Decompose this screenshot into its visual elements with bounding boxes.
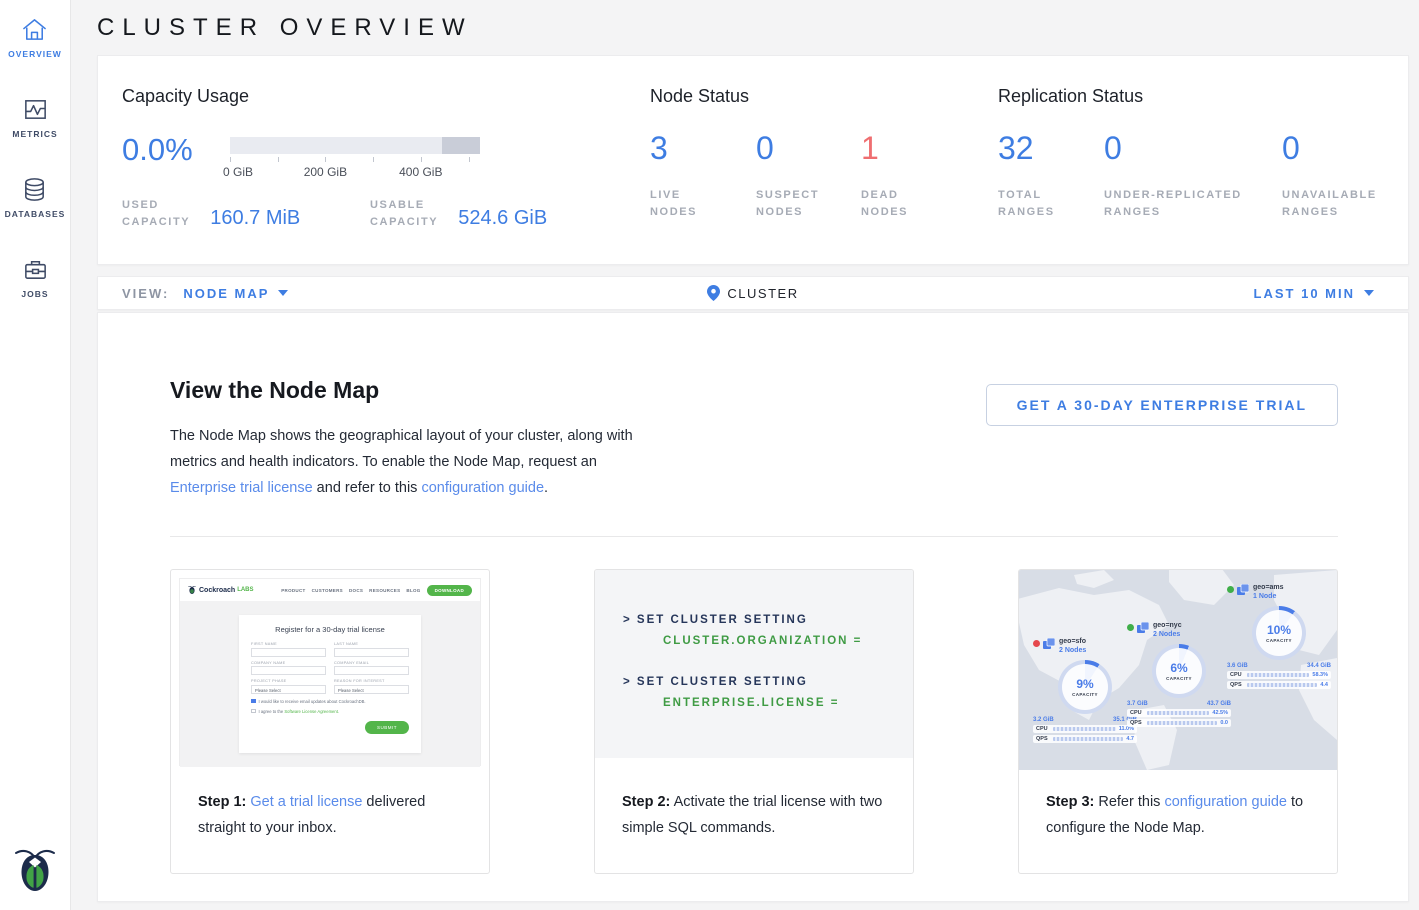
page-header: CLUSTER OVERVIEW: [97, 0, 1409, 55]
time-range-value: LAST 10 MIN: [1254, 286, 1355, 301]
step3-card: geo=sfo 2 Nodes 9% CAPACITY 3.2 GiB35.1 …: [1018, 569, 1338, 874]
cockroach-labs-logo: Cockroach LABS: [188, 585, 254, 595]
breadcrumb: CLUSTER: [518, 285, 988, 301]
status-dot-green: [1227, 586, 1234, 593]
node-status-title: Node Status: [650, 86, 998, 107]
mini-submit-button: SUBMIT: [365, 721, 409, 734]
nodes-icon: [1237, 584, 1249, 596]
view-bar: VIEW: NODE MAP CLUSTER LAST 10 MIN: [97, 276, 1409, 310]
configuration-guide-link[interactable]: configuration guide: [1164, 794, 1287, 810]
node-status-section: Node Status 3 LIVENODES 0 SUSPECTNODES 1…: [650, 86, 998, 264]
chevron-down-icon: [1364, 290, 1374, 296]
mini-download-button: DOWNLOAD: [427, 585, 472, 596]
view-label: VIEW:: [122, 286, 169, 301]
under-replicated-ranges-value: 0: [1104, 131, 1282, 165]
usable-capacity-stat: USABLE CAPACITY 524.6 GiB: [370, 197, 547, 231]
axis-tick-label: 0 GiB: [223, 165, 253, 179]
replication-status-section: Replication Status 32 TOTALRANGES 0 UNDE…: [998, 86, 1408, 264]
step3-caption: Step 3: Refer this configuration guide t…: [1019, 770, 1337, 860]
sql-command: > SET CLUSTER SETTING: [623, 676, 913, 688]
replication-status-title: Replication Status: [998, 86, 1408, 107]
section-description: The Node Map shows the geographical layo…: [170, 423, 648, 501]
locality-badge-sfo: geo=sfo 2 Nodes 9% CAPACITY 3.2 GiB35.1 …: [1033, 638, 1137, 743]
sql-setting: CLUSTER.ORGANIZATION =: [663, 635, 913, 647]
get-trial-license-link[interactable]: Get a trial license: [250, 794, 362, 810]
locality-badge-ams: geo=ams 1 Node 10% CAPACITY 3.6 GiB34.4 …: [1227, 584, 1331, 689]
under-replicated-ranges-stat: 0 UNDER-REPLICATEDRANGES: [1104, 131, 1282, 221]
page-title: CLUSTER OVERVIEW: [97, 14, 473, 42]
metrics-icon: [22, 96, 49, 123]
sidebar-item-databases[interactable]: DATABASES: [5, 176, 66, 231]
node-map-panel: View the Node Map The Node Map shows the…: [97, 312, 1409, 902]
capacity-usage-section: Capacity Usage 0.0% 0 GiB 200 GiB 400 Gi…: [122, 86, 650, 264]
total-ranges-value: 32: [998, 131, 1104, 165]
trial-registration-form: Register for a 30-day trial license FIRS…: [239, 615, 421, 753]
cockroach-bug-icon: [188, 585, 196, 595]
capacity-bar-reserved-segment: [442, 137, 480, 154]
status-dot-red: [1033, 640, 1040, 647]
sidebar-item-label: OVERVIEW: [8, 49, 62, 59]
sidebar-item-label: JOBS: [21, 289, 48, 299]
capacity-bar: 0 GiB 200 GiB 400 GiB: [230, 137, 480, 179]
cockroach-bug-icon: [14, 847, 56, 893]
cluster-summary-panel: Capacity Usage 0.0% 0 GiB 200 GiB 400 Gi…: [97, 55, 1409, 265]
map-pin-icon: [707, 285, 720, 301]
locality-badge-nyc: geo=nyc 2 Nodes 6% CAPACITY 3.7 GiB43.7 …: [1127, 622, 1231, 727]
capacity-percent: 0.0%: [122, 135, 230, 179]
home-icon: [21, 16, 48, 43]
used-capacity-stat: USED CAPACITY 160.7 MiB: [122, 197, 370, 231]
content-area: CLUSTER OVERVIEW Capacity Usage 0.0% 0 G…: [71, 0, 1419, 910]
sidebar-item-label: METRICS: [12, 129, 57, 139]
suspect-nodes-value: 0: [756, 131, 861, 165]
step3-node-map-preview: geo=sfo 2 Nodes 9% CAPACITY 3.2 GiB35.1 …: [1019, 570, 1337, 770]
unavailable-ranges-stat: 0 UNAVAILABLERANGES: [1282, 131, 1377, 221]
step1-caption: Step 1: Get a trial license delivered st…: [171, 770, 489, 860]
capacity-axis-ticks: [230, 157, 480, 163]
breadcrumb-cluster: CLUSTER: [727, 286, 798, 301]
mini-site-nav: PRODUCT CUSTOMERS DOCS RESOURCES BLOG DO…: [275, 585, 472, 596]
live-nodes-value: 3: [650, 131, 756, 165]
configuration-guide-link[interactable]: configuration guide: [421, 480, 544, 496]
enterprise-trial-button[interactable]: GET A 30-DAY ENTERPRISE TRIAL: [986, 384, 1338, 426]
unavailable-ranges-value: 0: [1282, 131, 1377, 165]
sidebar: OVERVIEW METRICS DATABASES JOBS: [0, 0, 71, 910]
sql-command: > SET CLUSTER SETTING: [623, 614, 913, 626]
sidebar-item-label: DATABASES: [5, 209, 66, 219]
section-heading: View the Node Map: [170, 377, 986, 404]
cockroachdb-logo: [14, 847, 56, 898]
axis-tick-label: 200 GiB: [304, 165, 347, 179]
dead-nodes-value: 1: [861, 131, 908, 165]
nodes-icon: [1137, 622, 1149, 634]
chevron-down-icon: [278, 290, 288, 296]
usable-capacity-label: USABLE: [370, 197, 438, 214]
briefcase-icon: [22, 256, 49, 283]
view-selector[interactable]: VIEW: NODE MAP: [98, 286, 518, 301]
sidebar-item-overview[interactable]: OVERVIEW: [8, 16, 62, 71]
live-nodes-stat: 3 LIVENODES: [650, 131, 756, 221]
dead-nodes-stat: 1 DEADNODES: [861, 131, 908, 221]
sidebar-item-jobs[interactable]: JOBS: [21, 256, 48, 311]
step2-card: > SET CLUSTER SETTING CLUSTER.ORGANIZATI…: [594, 569, 914, 874]
enterprise-trial-license-link[interactable]: Enterprise trial license: [170, 480, 313, 496]
suspect-nodes-stat: 0 SUSPECTNODES: [756, 131, 861, 221]
status-dot-green: [1127, 624, 1134, 631]
step1-screenshot: Cockroach LABS PRODUCT CUSTOMERS DOCS RE…: [171, 570, 489, 770]
capacity-usage-title: Capacity Usage: [122, 86, 650, 107]
used-capacity-value: 160.7 MiB: [210, 207, 300, 231]
used-capacity-label: USED: [122, 197, 190, 214]
usable-capacity-value: 524.6 GiB: [458, 207, 547, 231]
step2-caption: Step 2: Activate the trial license with …: [595, 770, 913, 860]
sql-setting: ENTERPRISE.LICENSE =: [663, 697, 913, 709]
total-ranges-stat: 32 TOTALRANGES: [998, 131, 1104, 221]
step2-sql-preview: > SET CLUSTER SETTING CLUSTER.ORGANIZATI…: [595, 570, 913, 770]
divider: [170, 536, 1338, 537]
view-value: NODE MAP: [183, 286, 269, 301]
step1-card: Cockroach LABS PRODUCT CUSTOMERS DOCS RE…: [170, 569, 490, 874]
axis-tick-label: 400 GiB: [399, 165, 442, 179]
sidebar-item-metrics[interactable]: METRICS: [12, 96, 57, 151]
time-range-selector[interactable]: LAST 10 MIN: [988, 286, 1408, 301]
nodes-icon: [1043, 638, 1055, 650]
database-icon: [21, 176, 48, 203]
